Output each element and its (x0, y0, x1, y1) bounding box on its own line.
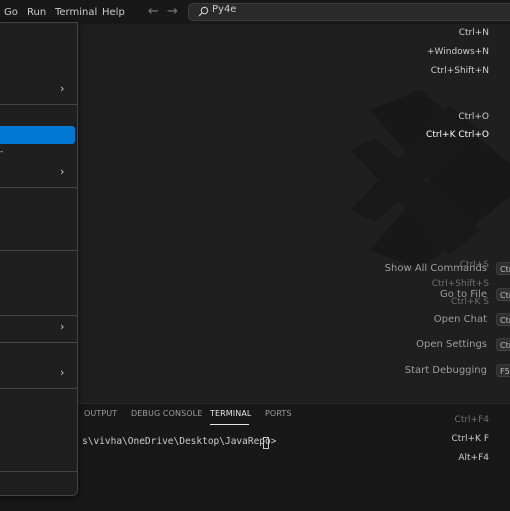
menu-shortcut-exit[interactable]: Alt+F4 (458, 453, 489, 463)
submenu-chevron-icon[interactable]: › (60, 366, 64, 379)
menu-shortcut-new-window[interactable]: +Windows+N (427, 47, 489, 57)
menu-help[interactable]: Help (102, 0, 125, 24)
open-chat-label[interactable]: Open Chat (434, 314, 487, 325)
menu-shortcut-open-folder[interactable]: Ctrl+K Ctrl+O (426, 130, 489, 140)
menu-dash[interactable]: - (0, 147, 3, 157)
go-to-file-key: Ctrl (496, 288, 510, 301)
terminal-prompt[interactable]: s\vivha\OneDrive\Desktop\JavaRepo> (82, 436, 276, 447)
search-text: Py4e (212, 4, 237, 15)
menu-highlight (0, 126, 75, 144)
menu-separator (0, 471, 78, 472)
terminal-cursor (263, 437, 269, 449)
menu-terminal[interactable]: Terminal (55, 0, 97, 24)
menu-separator (0, 104, 78, 105)
menu-shortcut-close-folder[interactable]: Ctrl+K F (452, 434, 490, 444)
menu-shortcut-save[interactable]: Ctrl+S (460, 260, 489, 270)
menu-shortcut-save-as[interactable]: Ctrl+Shift+S (432, 279, 489, 289)
search-icon (198, 6, 209, 17)
submenu-chevron-icon[interactable]: › (60, 320, 64, 333)
menu-shortcut-revert-file[interactable]: Ctrl+F4 (455, 415, 489, 425)
show-all-commands-key: Ctrl (496, 262, 510, 275)
menu-separator (0, 388, 78, 389)
file-menu-dropdown (0, 22, 78, 496)
menu-shortcut-save-all[interactable]: Ctrl+K S (451, 297, 489, 307)
tab-output[interactable]: OUTPUT (84, 409, 117, 418)
tab-ports[interactable]: PORTS (265, 409, 292, 418)
open-settings-label[interactable]: Open Settings (416, 339, 487, 350)
menu-run[interactable]: Run (27, 0, 46, 24)
start-debugging-key: F5 (496, 364, 510, 377)
menu-separator (0, 250, 78, 251)
active-tab-indicator (210, 424, 249, 425)
open-chat-key: Ctrl (496, 313, 510, 326)
menu-shortcut-new-file[interactable]: Ctrl+Shift+N (431, 66, 489, 76)
start-debugging-label[interactable]: Start Debugging (405, 365, 487, 376)
submenu-chevron-icon[interactable]: › (60, 82, 64, 95)
submenu-chevron-icon[interactable]: › (60, 165, 64, 178)
menu-shortcut-new-text-file[interactable]: Ctrl+N (459, 28, 489, 38)
tab-terminal[interactable]: TERMINAL (210, 409, 251, 418)
back-arrow-icon[interactable]: ← (148, 3, 159, 21)
menu-separator (0, 187, 78, 188)
menu-separator (0, 315, 78, 316)
menu-shortcut-open-file[interactable]: Ctrl+O (458, 112, 489, 122)
menu-separator (0, 342, 78, 343)
tab-debug-console[interactable]: DEBUG CONSOLE (131, 409, 202, 418)
forward-arrow-icon[interactable]: → (167, 3, 178, 21)
menu-go[interactable]: Go (4, 0, 18, 24)
open-settings-key: Ctrl (496, 338, 510, 351)
